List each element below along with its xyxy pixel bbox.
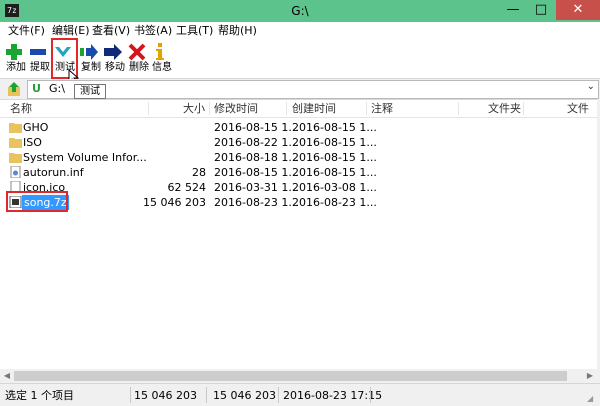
file-modified: 2016-08-23 1... <box>214 196 299 209</box>
file-row[interactable]: System Volume Infor... 2016-08-18 1... 2… <box>0 150 597 165</box>
address-field[interactable]: U G:\ ⌄ <box>27 80 599 99</box>
file-created: 2016-08-23 1... <box>292 196 377 209</box>
file-name: ISO <box>23 136 42 149</box>
file-name: autorun.inf <box>23 166 84 179</box>
status-bar: 选定 1 个项目 15 046 203 15 046 203 2016-08-2… <box>0 383 600 406</box>
file-created: 2016-08-15 1... <box>292 151 377 164</box>
drive-icon: U <box>32 82 41 95</box>
file-created: 2016-08-15 1... <box>292 166 377 179</box>
menu-file[interactable]: 文件(F) <box>8 22 45 40</box>
file-modified: 2016-08-15 1... <box>214 121 299 134</box>
info-label: 信息 <box>152 62 172 73</box>
column-files[interactable]: 文件 <box>567 100 589 117</box>
status-divider <box>370 387 371 403</box>
folder-icon <box>9 123 22 133</box>
column-name[interactable]: 名称 <box>10 100 32 117</box>
menu-bookmarks[interactable]: 书签(A) <box>134 22 172 40</box>
file-size: 62 524 <box>167 181 207 194</box>
file-modified: 2016-08-18 1... <box>214 151 299 164</box>
status-selection: 选定 1 个项目 <box>5 389 74 402</box>
status-divider <box>130 387 131 403</box>
column-modified[interactable]: 修改时间 <box>214 100 258 117</box>
menu-help[interactable]: 帮助(H) <box>218 22 257 40</box>
column-header: 名称 大小 修改时间 创建时间 注释 文件夹 文件 <box>0 100 597 118</box>
file-row[interactable]: autorun.inf 28 2016-08-15 1... 2016-08-1… <box>0 165 597 180</box>
scroll-thumb[interactable] <box>14 371 567 381</box>
column-separator[interactable] <box>148 102 149 115</box>
file-size: 15 046 203 <box>143 196 206 209</box>
copy-arrow-icon <box>80 44 98 60</box>
column-comment[interactable]: 注释 <box>371 100 393 117</box>
chevron-down-icon[interactable]: ⌄ <box>587 81 595 92</box>
folder-icon <box>9 153 22 163</box>
column-separator[interactable] <box>523 102 524 115</box>
file-list: 名称 大小 修改时间 创建时间 注释 文件夹 文件 GHO 2016-08-15… <box>0 99 597 384</box>
file-row-selected[interactable]: song.7z 15 046 203 2016-08-23 1... 2016-… <box>0 195 597 210</box>
status-modified: 2016-08-23 17:15 <box>283 389 383 402</box>
file-row[interactable]: GHO 2016-08-15 1... 2016-08-15 1... <box>0 120 597 135</box>
column-created[interactable]: 创建时间 <box>292 100 336 117</box>
file-created: 2016-08-15 1... <box>292 136 377 149</box>
plus-icon <box>6 44 22 60</box>
title-bar: 7z G:\ — □ ✕ <box>0 0 600 22</box>
status-total: 15 046 203 <box>213 389 276 402</box>
file-row[interactable]: icon.ico 62 524 2016-03-31 1... 2016-03-… <box>0 180 597 195</box>
file-created: 2016-03-08 1... <box>292 181 377 194</box>
status-size: 15 046 203 <box>134 389 197 402</box>
menu-bar: 文件(F) 编辑(E) 查看(V) 书签(A) 工具(T) 帮助(H) <box>0 22 600 40</box>
up-folder-icon[interactable] <box>6 81 22 97</box>
file-row[interactable]: ISO 2016-08-22 1... 2016-08-15 1... <box>0 135 597 150</box>
status-divider <box>206 387 207 403</box>
column-separator[interactable] <box>286 102 287 115</box>
scroll-left-icon[interactable]: ◀ <box>0 369 14 383</box>
column-separator[interactable] <box>366 102 367 115</box>
menu-view[interactable]: 查看(V) <box>92 22 130 40</box>
app-window: 7z G:\ — □ ✕ 文件(F) 编辑(E) 查看(V) 书签(A) 工具(… <box>0 0 600 406</box>
file-modified: 2016-03-31 1... <box>214 181 299 194</box>
file-modified: 2016-08-15 1... <box>214 166 299 179</box>
file-size: 28 <box>192 166 206 179</box>
horizontal-scrollbar[interactable]: ◀ ▶ <box>0 369 597 383</box>
menu-tools[interactable]: 工具(T) <box>176 22 213 40</box>
delete-x-icon <box>128 43 146 61</box>
file-modified: 2016-08-22 1... <box>214 136 299 149</box>
column-folders[interactable]: 文件夹 <box>488 100 521 117</box>
minimize-button[interactable]: — <box>500 0 526 20</box>
column-separator[interactable] <box>209 102 210 115</box>
resize-grip-icon[interactable]: ◢ <box>587 394 597 404</box>
minus-icon <box>30 49 46 55</box>
file-name: GHO <box>23 121 49 134</box>
toolbar: 添加 提取 测试 复制 移动 删除 信息 <box>0 40 600 79</box>
column-size[interactable]: 大小 <box>183 100 205 117</box>
scroll-right-icon[interactable]: ▶ <box>583 369 597 383</box>
status-divider <box>278 387 279 403</box>
file-name: System Volume Infor... <box>23 151 147 164</box>
info-button[interactable]: 信息 <box>150 42 174 76</box>
move-arrow-icon <box>104 44 122 60</box>
column-separator[interactable] <box>458 102 459 115</box>
maximize-button[interactable]: □ <box>528 0 554 20</box>
file-created: 2016-08-15 1... <box>292 121 377 134</box>
address-path: G:\ <box>49 82 65 95</box>
info-icon <box>156 43 164 60</box>
close-button[interactable]: ✕ <box>556 0 600 20</box>
tooltip: 测试 <box>74 84 106 99</box>
folder-icon <box>9 138 22 148</box>
selected-file-highlight-box <box>6 191 68 212</box>
settings-file-icon <box>10 166 21 178</box>
